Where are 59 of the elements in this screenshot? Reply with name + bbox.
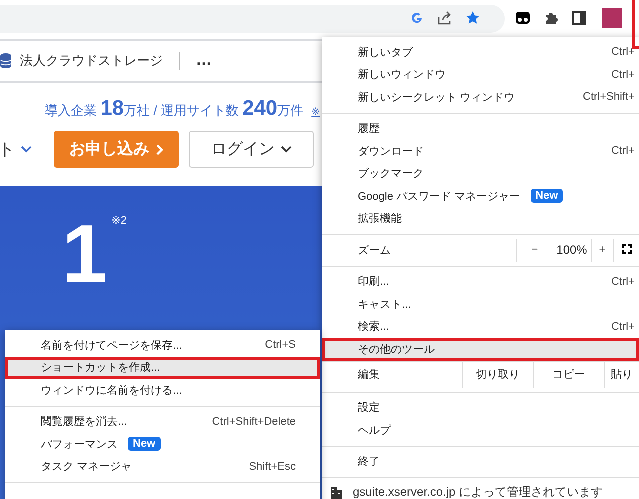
share-icon[interactable] <box>438 11 452 25</box>
shortcut-text: Ctrl+ <box>611 68 635 81</box>
menu-item[interactable]: ウィンドウに名前を付ける... <box>5 379 320 402</box>
shortcut-text: Ctrl+ <box>611 320 635 333</box>
nav-link[interactable]: ト <box>0 138 32 161</box>
new-badge: New <box>530 189 564 204</box>
more-bookmarks-button[interactable]: … <box>196 52 212 70</box>
menu-item[interactable]: キャスト... <box>322 293 639 316</box>
chevron-down-icon <box>281 146 292 153</box>
edit-action-button[interactable]: 貼り <box>604 362 639 388</box>
menu-item[interactable]: 新しいシークレット ウィンドウ Ctrl+Shift+ <box>322 86 639 108</box>
zoom-in-button[interactable]: + <box>591 239 613 262</box>
menu-item[interactable]: タスク マネージャ Shift+Esc <box>5 456 320 478</box>
new-badge: New <box>128 437 161 452</box>
menu-item[interactable]: 印刷... Ctrl+ <box>322 270 639 293</box>
zoom-value: 100% <box>556 242 588 259</box>
footnote-link[interactable]: ※ <box>312 107 320 118</box>
chevron-down-icon <box>21 146 32 153</box>
zoom-label: ズーム <box>358 244 391 258</box>
shortcut-text: Ctrl+Shift+ <box>583 91 635 104</box>
chevron-right-icon <box>156 144 164 156</box>
shortcut-text: Ctrl+Shift+Delete <box>212 416 297 428</box>
hero-footnote: ※2 <box>112 214 127 227</box>
menu-item[interactable]: ショートカットを作成... <box>5 356 320 379</box>
shortcut-text: Ctrl+S <box>265 339 297 352</box>
edit-label: 編集 <box>358 368 380 382</box>
menu-item[interactable]: ヘルプ <box>322 419 639 442</box>
side-panel-icon[interactable] <box>572 11 586 25</box>
menu-item[interactable]: 終了 <box>322 450 639 473</box>
menu-item[interactable]: 検索... Ctrl+ <box>322 316 639 338</box>
puzzle-icon[interactable] <box>544 11 558 25</box>
menu-item[interactable]: その他のツール <box>322 338 639 360</box>
menu-item[interactable]: 閲覧履歴を消去... Ctrl+Shift+Delete <box>5 410 320 433</box>
shortcut-text: Ctrl+ <box>611 145 635 158</box>
star-icon[interactable] <box>466 11 480 25</box>
bookmark-item[interactable]: 法人クラウドストレージ <box>20 52 163 70</box>
login-button[interactable]: ログイン <box>189 131 314 168</box>
shortcut-text: Ctrl+ <box>611 276 635 288</box>
fullscreen-icon <box>622 244 632 254</box>
hero-number: 1 <box>62 214 108 296</box>
edit-action-button[interactable]: 切り取り <box>462 362 533 388</box>
menu-item[interactable]: ブックマーク <box>322 162 639 185</box>
stats-text: 導入企業 18万社 / 運用サイト数 240万件 <box>45 97 305 121</box>
menu-item[interactable]: 新しいウィンドウ Ctrl+ <box>322 64 639 86</box>
google-icon[interactable] <box>410 11 424 25</box>
menu-item[interactable]: ダウンロード Ctrl+ <box>322 140 639 162</box>
shortcut-text: Ctrl+ <box>611 46 635 58</box>
menu-item[interactable]: 新しいタブ Ctrl+ <box>322 41 639 64</box>
zoom-out-button[interactable]: − <box>516 239 553 262</box>
menu-item[interactable]: 名前を付けてページを保存... Ctrl+S <box>5 334 320 356</box>
managed-by-text: gsuite.xserver.co.jp によって管理されています <box>353 484 604 499</box>
menu-item[interactable]: 拡張機能 <box>322 208 639 230</box>
shortcut-text: Shift+Esc <box>249 460 297 473</box>
menu-item[interactable]: Google パスワード マネージャー New <box>322 185 639 208</box>
extension-icon[interactable] <box>516 11 530 25</box>
menu-item[interactable]: 設定 <box>322 396 639 419</box>
edit-action-button[interactable]: コピー <box>533 362 604 388</box>
menu-item[interactable]: 履歴 <box>322 118 639 140</box>
menu-item[interactable]: パフォーマンス New <box>5 433 320 456</box>
